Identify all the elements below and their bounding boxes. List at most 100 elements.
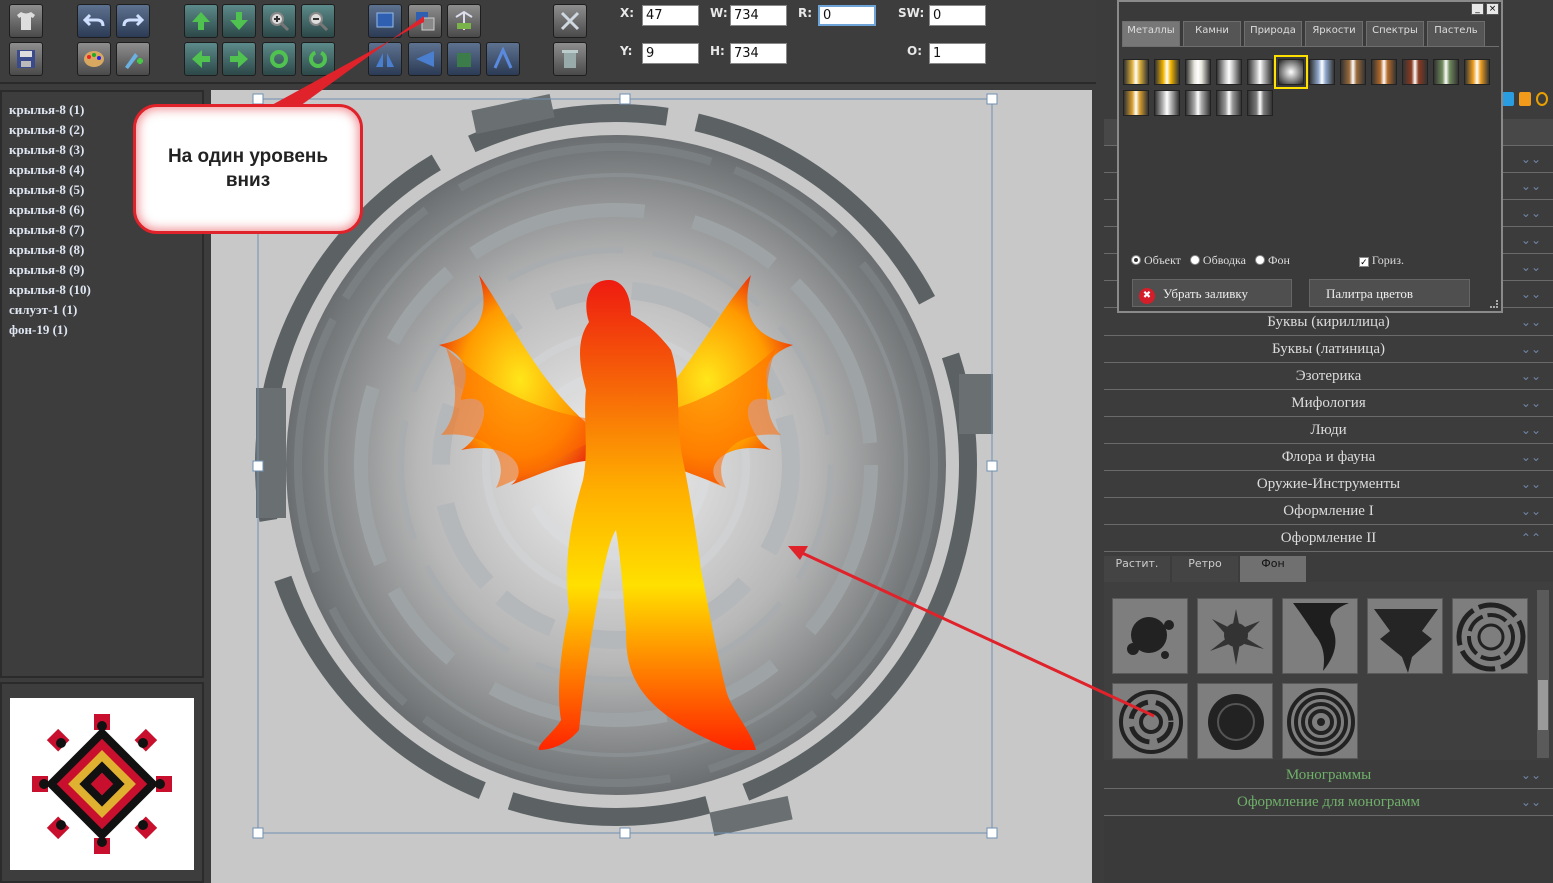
gradient-swatch[interactable] bbox=[1464, 59, 1490, 85]
gradient-swatch[interactable] bbox=[1154, 59, 1180, 85]
gradient-swatch[interactable] bbox=[1123, 59, 1149, 85]
layer-item[interactable]: крылья-8 (10) bbox=[9, 280, 202, 300]
chevron-down-icon: ⌄⌄ bbox=[1520, 233, 1541, 247]
width-field[interactable] bbox=[730, 5, 787, 26]
align-icon[interactable] bbox=[447, 4, 481, 38]
category-monograms[interactable]: Монограммы ⌄⌄ bbox=[1104, 762, 1553, 789]
category-monogram-design[interactable]: Оформление для монограмм ⌄⌄ bbox=[1104, 789, 1553, 816]
thumbnail-tornado[interactable] bbox=[1282, 598, 1358, 674]
gradient-swatch[interactable] bbox=[1274, 55, 1308, 89]
zoom-out-icon[interactable] bbox=[301, 4, 335, 38]
zoom-in-icon[interactable] bbox=[262, 4, 296, 38]
rotate-cw-icon[interactable] bbox=[301, 42, 335, 76]
tools-wrench-icon[interactable] bbox=[553, 4, 587, 38]
thumbnail-tech-circle[interactable] bbox=[1452, 598, 1528, 674]
arrow-down-icon[interactable] bbox=[222, 4, 256, 38]
gradient-swatch[interactable] bbox=[1123, 90, 1149, 116]
thumbnail-scrollbar[interactable] bbox=[1537, 590, 1549, 758]
distribute-icon[interactable] bbox=[447, 42, 481, 76]
social-icon[interactable] bbox=[1502, 92, 1514, 106]
gradient-swatch[interactable] bbox=[1216, 59, 1242, 85]
gradient-swatch[interactable] bbox=[1216, 90, 1242, 116]
gradient-swatch[interactable] bbox=[1371, 59, 1397, 85]
category-design-2[interactable]: Оформление II ⌃⌃ bbox=[1104, 525, 1553, 552]
flip-vertical-icon[interactable] bbox=[408, 42, 442, 76]
bring-to-front-icon[interactable] bbox=[368, 4, 402, 38]
ornament-preview-image bbox=[10, 698, 194, 870]
gradient-swatch[interactable] bbox=[1309, 59, 1335, 85]
gradient-swatch[interactable] bbox=[1433, 59, 1459, 85]
category-latin-letters[interactable]: Буквы (латиница) ⌄⌄ bbox=[1104, 336, 1553, 363]
thumbnail-dark-swirl[interactable] bbox=[1197, 683, 1273, 759]
gradient-swatch[interactable] bbox=[1185, 59, 1211, 85]
tab-background[interactable]: Фон bbox=[1240, 556, 1306, 582]
gradient-swatch[interactable] bbox=[1154, 90, 1180, 116]
gradient-swatch[interactable] bbox=[1247, 90, 1273, 116]
text-tool-icon[interactable] bbox=[486, 42, 520, 76]
gradient-swatch[interactable] bbox=[1185, 90, 1211, 116]
flip-horizontal-icon[interactable] bbox=[368, 42, 402, 76]
resize-grip-icon[interactable] bbox=[1490, 300, 1498, 308]
radio-background[interactable]: Фон bbox=[1255, 253, 1290, 267]
color-palette-button[interactable]: Палитра цветов bbox=[1309, 279, 1470, 307]
send-backward-icon[interactable] bbox=[408, 4, 442, 38]
height-field[interactable] bbox=[730, 43, 787, 64]
gradient-swatch[interactable] bbox=[1340, 59, 1366, 85]
layer-item[interactable]: силуэт-1 (1) bbox=[9, 300, 202, 320]
radio-dot bbox=[1255, 255, 1266, 265]
opacity-field[interactable] bbox=[929, 43, 986, 64]
save-disk-icon[interactable] bbox=[9, 42, 43, 76]
rotate-ccw-icon[interactable] bbox=[262, 42, 296, 76]
category-people[interactable]: Люди ⌄⌄ bbox=[1104, 417, 1553, 444]
palette-icon[interactable] bbox=[77, 42, 111, 76]
gradient-swatch[interactable] bbox=[1247, 59, 1273, 85]
undo-icon[interactable] bbox=[77, 4, 111, 38]
tab-metals[interactable]: Металлы bbox=[1122, 21, 1180, 47]
o-label: O: bbox=[907, 44, 922, 58]
category-label: Буквы (латиница) bbox=[1271, 341, 1385, 357]
arrow-up-icon[interactable] bbox=[184, 4, 218, 38]
trash-icon[interactable] bbox=[553, 42, 587, 76]
redo-icon[interactable] bbox=[116, 4, 150, 38]
gradient-swatch[interactable] bbox=[1402, 59, 1428, 85]
tab-pastel[interactable]: Пастель bbox=[1427, 21, 1485, 47]
tab-nature[interactable]: Природа bbox=[1244, 21, 1302, 47]
y-field[interactable] bbox=[642, 43, 699, 64]
radius-field[interactable] bbox=[818, 5, 876, 26]
tab-plants[interactable]: Растит. bbox=[1104, 556, 1170, 582]
tab-stones[interactable]: Камни bbox=[1183, 21, 1241, 47]
layer-item[interactable]: крылья-8 (8) bbox=[9, 240, 202, 260]
category-weapons-tools[interactable]: Оружие-Инструменты ⌄⌄ bbox=[1104, 471, 1553, 498]
radio-object[interactable]: Объект bbox=[1131, 253, 1181, 267]
stroke-width-field[interactable] bbox=[929, 5, 986, 26]
ornament-preview-panel bbox=[0, 682, 204, 883]
thumbnail-star-splatter[interactable] bbox=[1197, 598, 1273, 674]
remove-fill-button[interactable]: ✖ Убрать заливку bbox=[1132, 279, 1292, 307]
arrow-left-icon[interactable] bbox=[184, 42, 218, 76]
x-field[interactable] bbox=[642, 5, 699, 26]
close-icon[interactable]: × bbox=[1486, 3, 1499, 15]
category-cyrillic-letters[interactable]: Буквы (кириллица) ⌄⌄ bbox=[1104, 309, 1553, 336]
layer-item[interactable]: крылья-8 (9) bbox=[9, 260, 202, 280]
tab-brightness[interactable]: Яркости bbox=[1305, 21, 1363, 47]
layer-item[interactable]: фон-19 (1) bbox=[9, 320, 202, 340]
category-mythology[interactable]: Мифология ⌄⌄ bbox=[1104, 390, 1553, 417]
callout-bubble: На один уровень вниз bbox=[133, 104, 363, 234]
category-design-1[interactable]: Оформление I ⌄⌄ bbox=[1104, 498, 1553, 525]
odnoklassniki-icon[interactable] bbox=[1519, 92, 1531, 106]
tab-retro[interactable]: Ретро bbox=[1172, 556, 1238, 582]
minimize-icon[interactable]: _ bbox=[1471, 3, 1484, 15]
category-flora-fauna[interactable]: Флора и фауна ⌄⌄ bbox=[1104, 444, 1553, 471]
email-icon[interactable] bbox=[1536, 92, 1548, 106]
horizontal-checkbox[interactable]: ✓ Гориз. bbox=[1358, 253, 1404, 267]
thumbnail-tree-silhouette[interactable] bbox=[1367, 598, 1443, 674]
thumbnail-ink-splatter[interactable] bbox=[1112, 598, 1188, 674]
thumbnail-concentric-polygon[interactable] bbox=[1282, 683, 1358, 759]
radio-stroke[interactable]: Обводка bbox=[1189, 253, 1246, 267]
category-esoterics[interactable]: Эзотерика ⌄⌄ bbox=[1104, 363, 1553, 390]
brush-add-icon[interactable] bbox=[116, 42, 150, 76]
tshirt-icon[interactable] bbox=[9, 4, 43, 38]
thumbnail-vortex[interactable] bbox=[1112, 683, 1188, 759]
tab-spectra[interactable]: Спектры bbox=[1366, 21, 1424, 47]
arrow-right-icon[interactable] bbox=[222, 42, 256, 76]
